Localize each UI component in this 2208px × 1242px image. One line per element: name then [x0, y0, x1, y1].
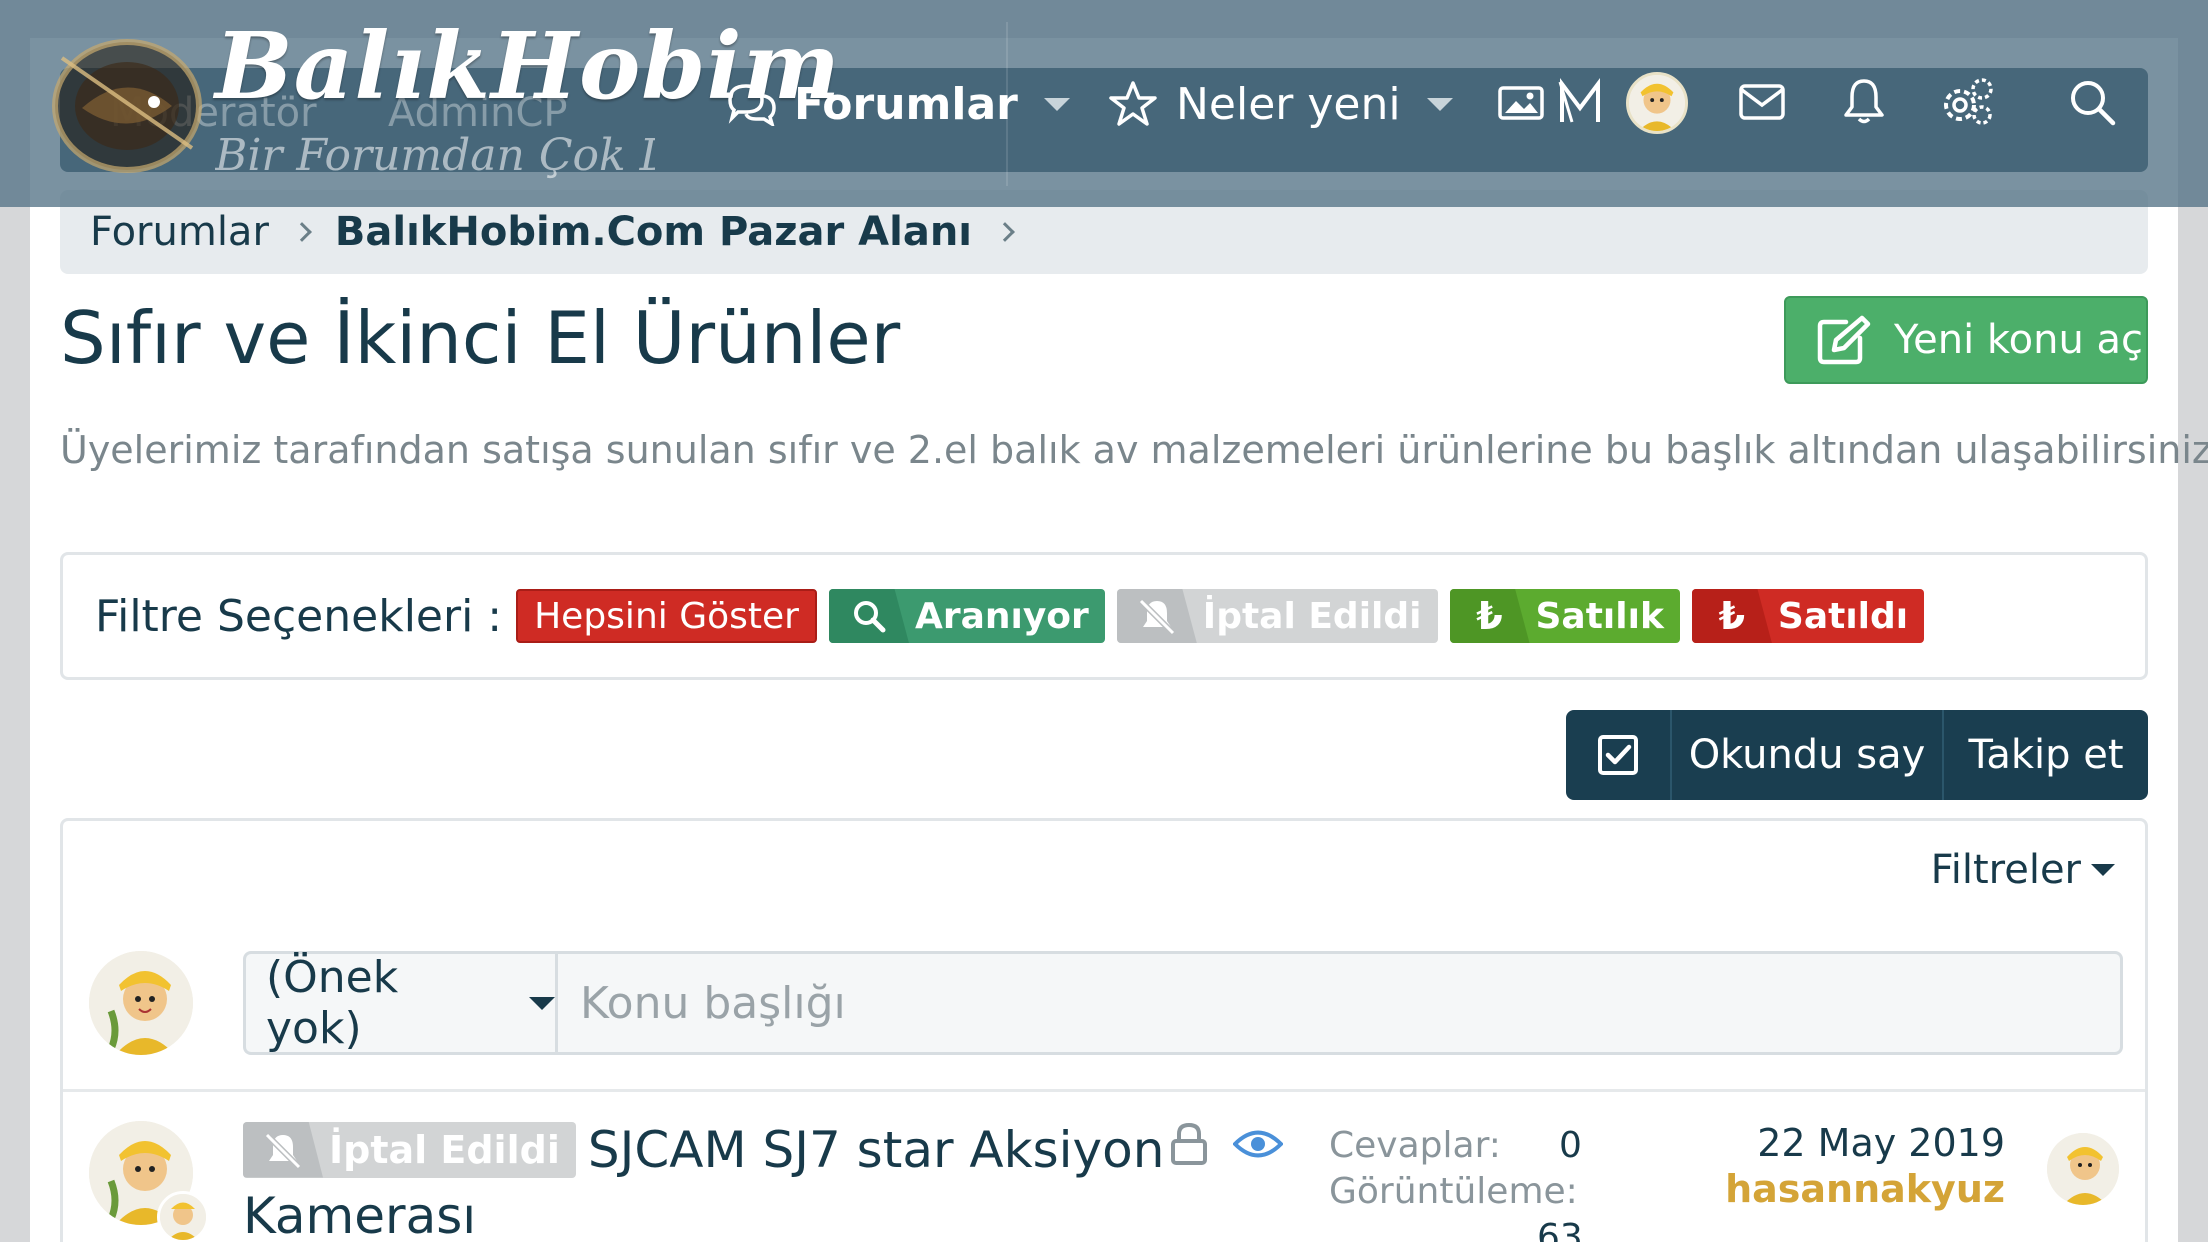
views-label: Görüntüleme:	[1329, 1171, 1578, 1212]
thread-actions-bar: Okundu say Takip et	[1566, 710, 2148, 800]
filter-tag-label: İptal Edildi	[1202, 595, 1422, 637]
edit-icon	[1817, 315, 1871, 365]
mark-read-button[interactable]: Okundu say	[1672, 710, 1944, 800]
last-post-username[interactable]: hasannakyuz	[1725, 1167, 2005, 1211]
checkbox-icon	[1598, 735, 1638, 775]
caret-down-icon	[529, 996, 555, 1010]
replies-label: Cevaplar:	[1329, 1125, 1501, 1166]
page-description: Üyelerimiz tarafından satışa sunulan sıf…	[60, 428, 2208, 472]
chevron-right-icon	[995, 222, 1015, 242]
last-poster-avatar[interactable]	[2047, 1133, 2119, 1205]
search-icon	[853, 601, 886, 633]
settings-icon[interactable]	[1938, 74, 1996, 130]
nav-forums[interactable]: Forumlar	[726, 76, 1070, 132]
m-icon[interactable]	[1558, 78, 1602, 126]
envelope-icon[interactable]	[1736, 80, 1788, 124]
nav-forums-label: Forumlar	[794, 78, 1018, 130]
filter-tag-searching[interactable]: Aranıyor	[828, 589, 1105, 643]
page-title: Sıfır ve İkinci El Ürünler	[60, 296, 901, 380]
lira-icon: ₺	[1718, 594, 1746, 638]
user-avatar[interactable]	[1626, 72, 1688, 134]
chevron-down-icon[interactable]	[1426, 97, 1453, 111]
filter-options-box: Filtre Seçenekleri : Hepsini Göster Aran…	[60, 552, 2148, 680]
breadcrumb-market-link[interactable]: BalıkHobim.Com Pazar Alanı	[335, 209, 972, 255]
prefix-select[interactable]: (Önek yok)	[243, 951, 555, 1055]
search-icon[interactable]	[2066, 76, 2118, 128]
star-icon	[1109, 81, 1157, 126]
chevron-right-icon	[291, 222, 312, 242]
media-icon[interactable]	[1496, 80, 1546, 126]
filter-tag-sold[interactable]: ₺ Satıldı	[1691, 589, 1925, 643]
chat-bubbles-icon	[728, 84, 776, 126]
select-checkbox-button[interactable]	[1566, 710, 1672, 800]
filter-show-all-button[interactable]: Hepsini Göster	[516, 589, 817, 643]
bell-icon[interactable]	[1840, 76, 1888, 126]
filters-dropdown[interactable]: Filtreler	[1931, 847, 2115, 893]
thread-title-input[interactable]	[555, 951, 2123, 1055]
row-divider	[63, 1089, 2145, 1092]
lira-icon: ₺	[1476, 594, 1503, 638]
logo-slogan: Bir Forumdan Çok Daha Fazlası	[215, 130, 655, 181]
logo-emblem-icon[interactable]	[42, 28, 212, 178]
prefix-select-value: (Önek yok)	[266, 952, 399, 1054]
filter-tag-cancelled[interactable]: İptal Edildi	[1116, 589, 1438, 643]
thread-title[interactable]: İptal Edildi SJCAM SJ7 star Aksiyon Kame…	[243, 1117, 1323, 1242]
breadcrumb-forums-link[interactable]: Forumlar	[90, 209, 269, 255]
last-post-date[interactable]: 22 May 2019	[1757, 1121, 2005, 1165]
filter-tag-label: Aranıyor	[914, 595, 1089, 637]
replies-count: 0	[1559, 1125, 1582, 1166]
new-thread-button[interactable]: Yeni konu aç	[1784, 296, 2148, 384]
filter-tag-label: Satıldı	[1777, 595, 1909, 637]
chevron-down-icon[interactable]	[1043, 97, 1070, 111]
filter-options-label: Filtre Seçenekleri :	[95, 590, 503, 642]
bell-slash-icon	[1138, 598, 1175, 635]
filters-label: Filtreler	[1930, 847, 2081, 893]
filter-tag-for-sale[interactable]: ₺ Satılık	[1449, 589, 1680, 643]
follow-button[interactable]: Takip et	[1944, 710, 2148, 800]
thread-list: Filtreler (Önek yok) İptal Edildi SJCAM …	[60, 818, 2148, 1242]
avatar[interactable]	[89, 951, 193, 1055]
last-poster-mini-avatar[interactable]	[157, 1191, 209, 1242]
bell-slash-icon	[264, 1132, 302, 1169]
thread-prefix-label: İptal Edildi	[329, 1127, 560, 1172]
eye-icon	[1233, 1130, 1283, 1158]
nav-whats-new-label: Neler yeni	[1176, 78, 1401, 130]
views-count: 63	[1537, 1217, 1583, 1242]
filter-tag-label: Satılık	[1535, 595, 1664, 637]
nav-whats-new[interactable]: Neler yeni	[1108, 76, 1453, 132]
caret-down-icon	[2091, 864, 2115, 876]
new-thread-label: Yeni konu aç	[1894, 317, 2144, 363]
thread-prefix-tag[interactable]: İptal Edildi	[243, 1121, 576, 1178]
lock-icon	[1171, 1122, 1207, 1165]
